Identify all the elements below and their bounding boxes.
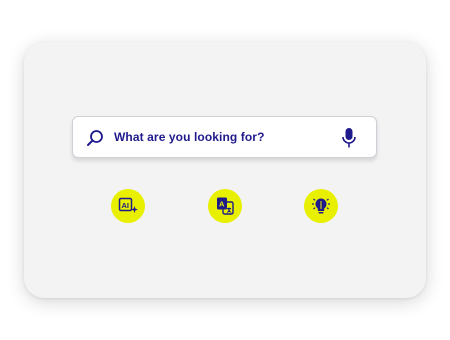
translate-feature-button[interactable]: A — [208, 189, 242, 223]
svg-text:AI: AI — [122, 201, 130, 210]
idea-feature-button[interactable] — [304, 189, 338, 223]
search-input[interactable]: What are you looking for? — [114, 130, 265, 144]
svg-text:A: A — [219, 200, 225, 209]
lightbulb-icon — [312, 198, 330, 214]
microphone-icon[interactable] — [340, 127, 358, 149]
translate-icon: A — [217, 197, 234, 215]
ai-feature-button[interactable]: AI — [111, 189, 145, 223]
ai-sparkle-icon: AI — [118, 197, 138, 213]
search-bar[interactable]: What are you looking for? — [72, 116, 377, 158]
search-icon[interactable] — [85, 128, 105, 148]
search-card: What are you looking for? AI A — [24, 42, 426, 298]
